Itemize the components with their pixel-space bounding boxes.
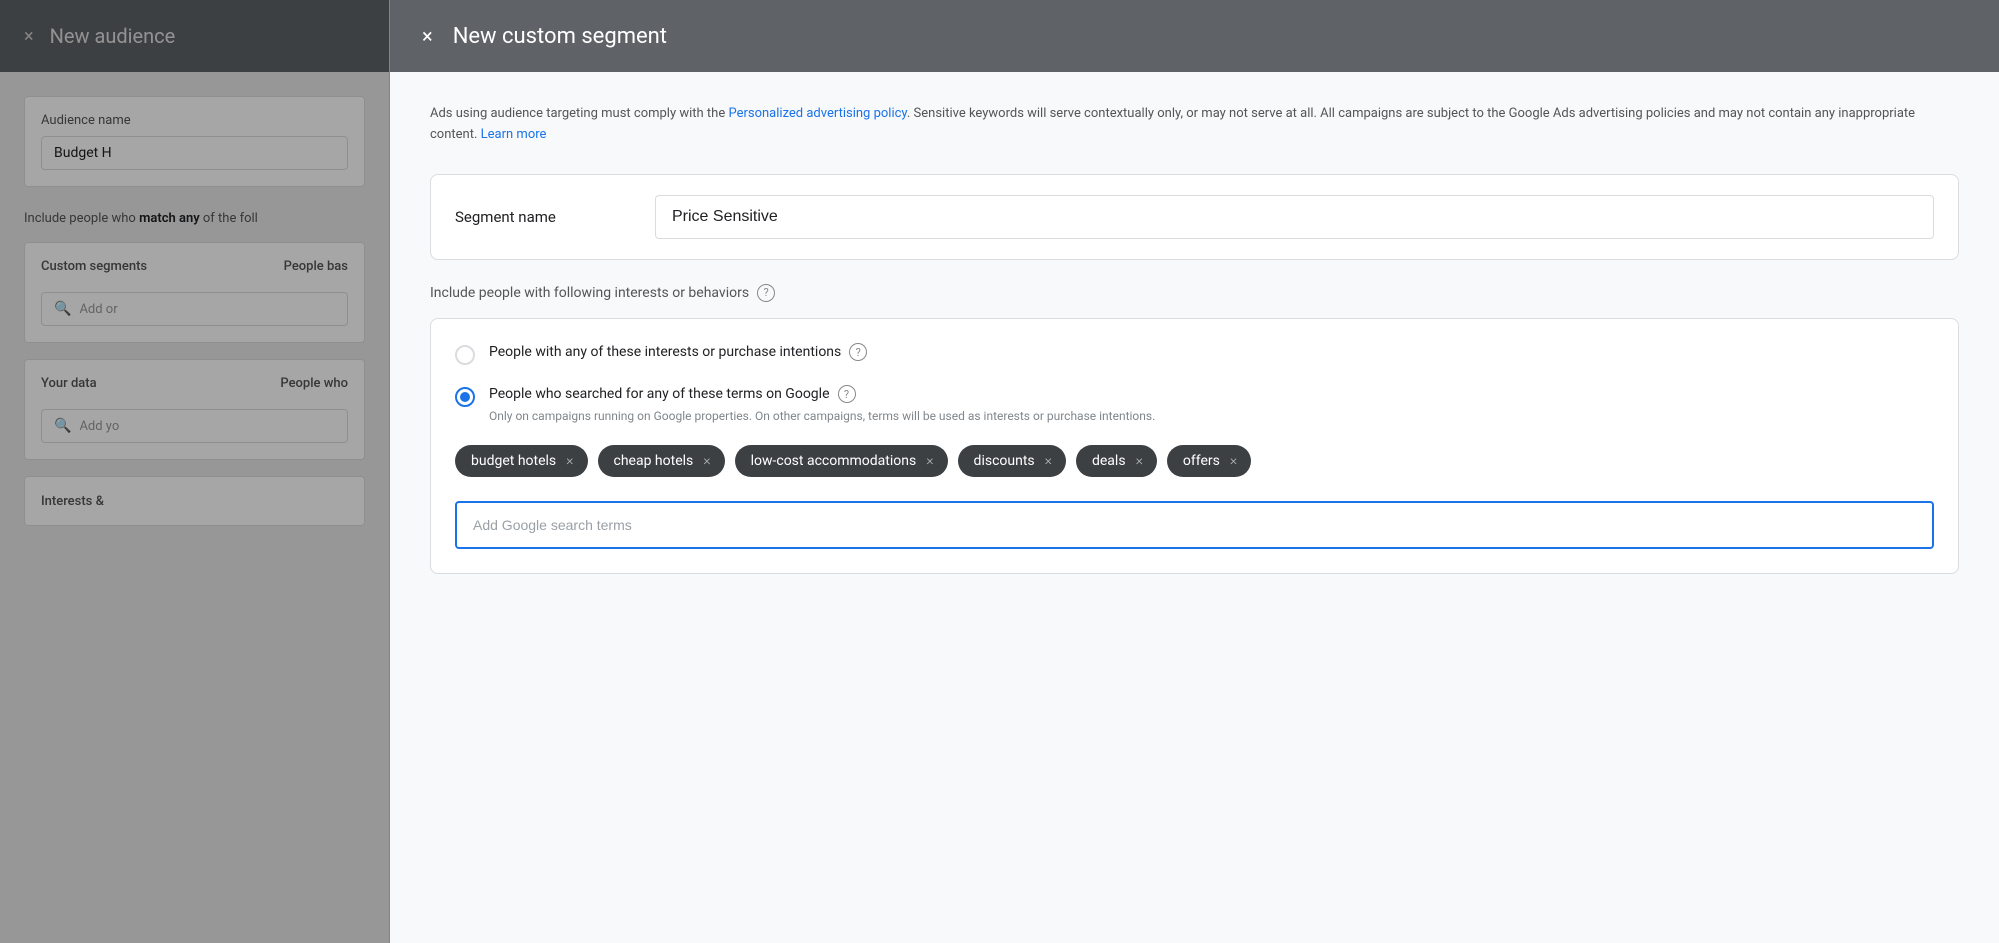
tag-item: deals × (1076, 445, 1157, 477)
tag-text: budget hotels (471, 453, 556, 469)
tag-close-icon[interactable]: × (1045, 454, 1052, 468)
radio-option-search: People who searched for any of these ter… (455, 385, 1934, 425)
tag-close-icon[interactable]: × (1136, 454, 1143, 468)
interests-behaviors-header: Include people with following interests … (430, 284, 1959, 302)
tag-text: deals (1092, 453, 1126, 469)
tag-text: cheap hotels (614, 453, 694, 469)
segment-name-label: Segment name (455, 208, 655, 226)
policy-prefix: Ads using audience targeting must comply… (430, 106, 728, 121)
segment-name-input[interactable] (655, 195, 1934, 239)
radio-label-interests: People with any of these interests or pu… (489, 343, 1934, 363)
interests-header-text: Include people with following interests … (430, 285, 749, 301)
options-panel: People with any of these interests or pu… (430, 318, 1959, 574)
radio-label-search: People who searched for any of these ter… (489, 385, 1934, 405)
tag-item: budget hotels × (455, 445, 588, 477)
google-search-terms-input[interactable] (455, 501, 1934, 549)
tag-close-icon[interactable]: × (566, 454, 573, 468)
new-custom-segment-dialog: × New custom segment Ads using audience … (390, 0, 1999, 943)
tag-close-icon[interactable]: × (703, 454, 710, 468)
dialog-close-icon[interactable]: × (422, 26, 433, 46)
tag-close-icon[interactable]: × (1230, 454, 1237, 468)
radio-content-search: People who searched for any of these ter… (489, 385, 1934, 425)
tag-item: low-cost accommodations × (735, 445, 948, 477)
tag-item: discounts × (958, 445, 1066, 477)
radio-btn-interests[interactable] (455, 345, 475, 365)
tag-item: offers × (1167, 445, 1251, 477)
radio-sublabel-search: Only on campaigns running on Google prop… (489, 408, 1934, 425)
radio-text-search: People who searched for any of these ter… (489, 385, 830, 405)
tag-text: low-cost accommodations (751, 453, 917, 469)
radio-content-interests: People with any of these interests or pu… (489, 343, 1934, 363)
segment-name-section: Segment name (430, 174, 1959, 260)
tag-text: offers (1183, 453, 1220, 469)
tag-text: discounts (974, 453, 1035, 469)
radio2-help-icon[interactable]: ? (838, 385, 856, 403)
radio-text-interests: People with any of these interests or pu… (489, 343, 841, 363)
dialog-body: Ads using audience targeting must comply… (390, 72, 1999, 943)
interests-help-icon[interactable]: ? (757, 284, 775, 302)
tags-area: budget hotels×cheap hotels×low-cost acco… (455, 445, 1934, 477)
radio-option-interests: People with any of these interests or pu… (455, 343, 1934, 365)
radio-btn-search[interactable] (455, 387, 475, 407)
tag-item: cheap hotels × (598, 445, 725, 477)
dialog-title: New custom segment (453, 24, 667, 49)
radio1-help-icon[interactable]: ? (849, 343, 867, 361)
tag-close-icon[interactable]: × (926, 454, 933, 468)
personalized-advertising-policy-link[interactable]: Personalized advertising policy (728, 106, 906, 121)
learn-more-link[interactable]: Learn more (481, 127, 547, 142)
dialog-header: × New custom segment (390, 0, 1999, 72)
policy-notice: Ads using audience targeting must comply… (430, 104, 1959, 146)
